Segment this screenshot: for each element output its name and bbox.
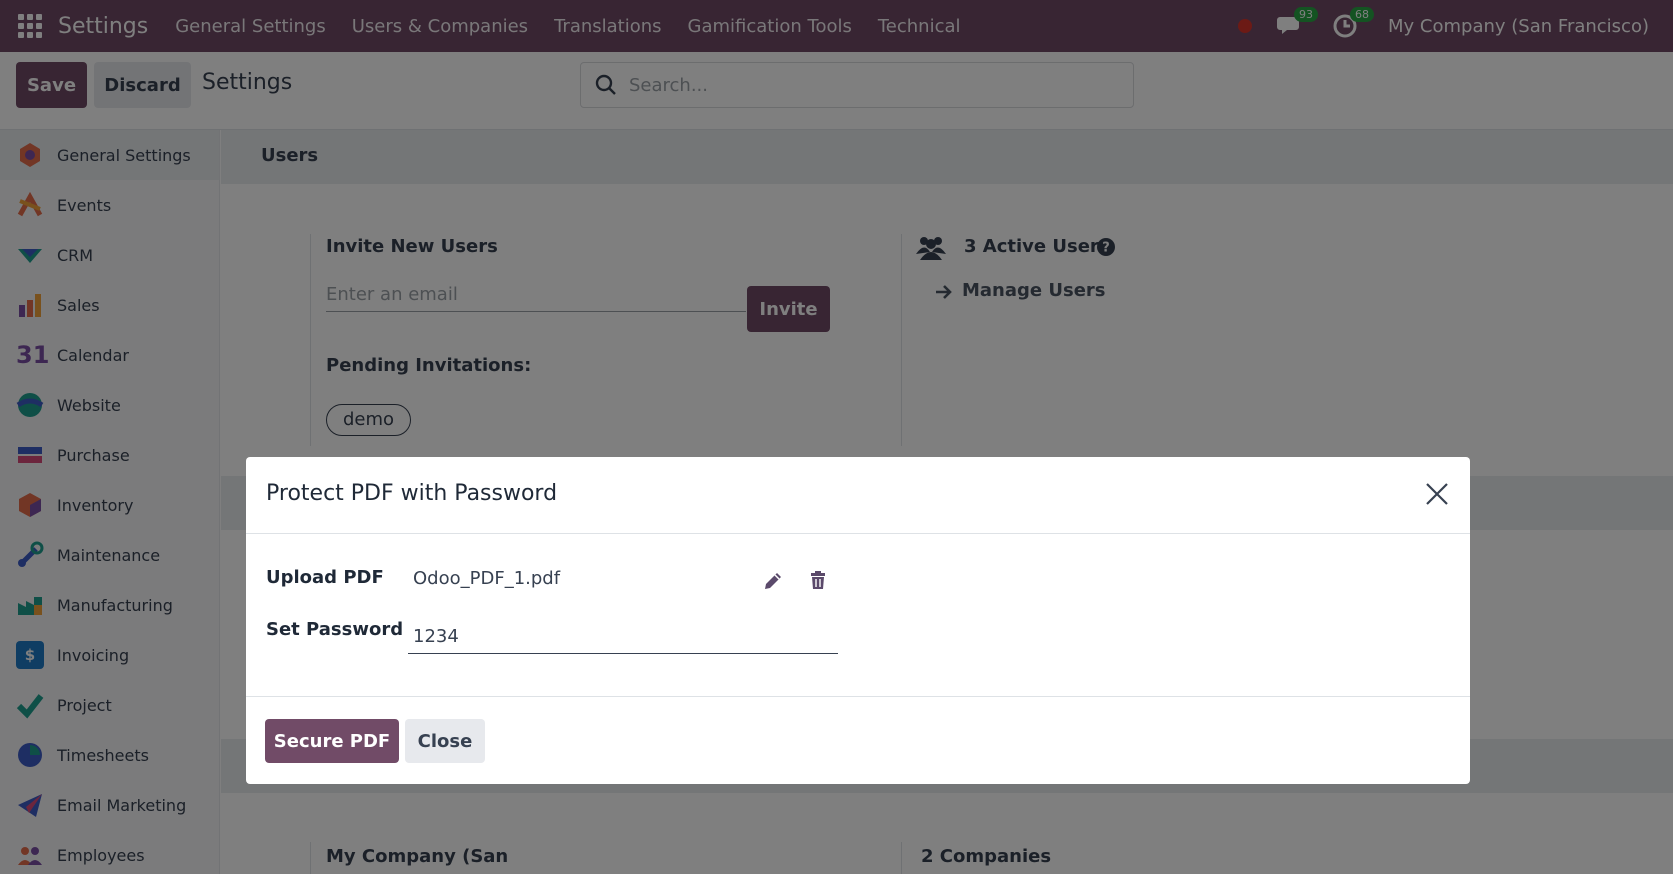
close-button[interactable]: Close <box>405 719 485 763</box>
protect-pdf-dialog: Protect PDF with Password Upload PDF Odo… <box>246 457 1470 784</box>
set-password-label: Set Password <box>266 619 404 640</box>
trash-icon[interactable] <box>807 569 829 591</box>
upload-pdf-label: Upload PDF <box>266 567 384 588</box>
password-input[interactable] <box>408 620 838 654</box>
close-icon[interactable] <box>1424 481 1450 507</box>
uploaded-file-name: Odoo_PDF_1.pdf <box>413 568 561 589</box>
pencil-icon[interactable] <box>762 570 784 592</box>
dialog-title: Protect PDF with Password <box>266 481 558 506</box>
dialog-body: Upload PDF Odoo_PDF_1.pdf Set Password <box>246 535 1470 697</box>
secure-pdf-button[interactable]: Secure PDF <box>265 719 399 763</box>
dialog-header: Protect PDF with Password <box>246 457 1470 534</box>
